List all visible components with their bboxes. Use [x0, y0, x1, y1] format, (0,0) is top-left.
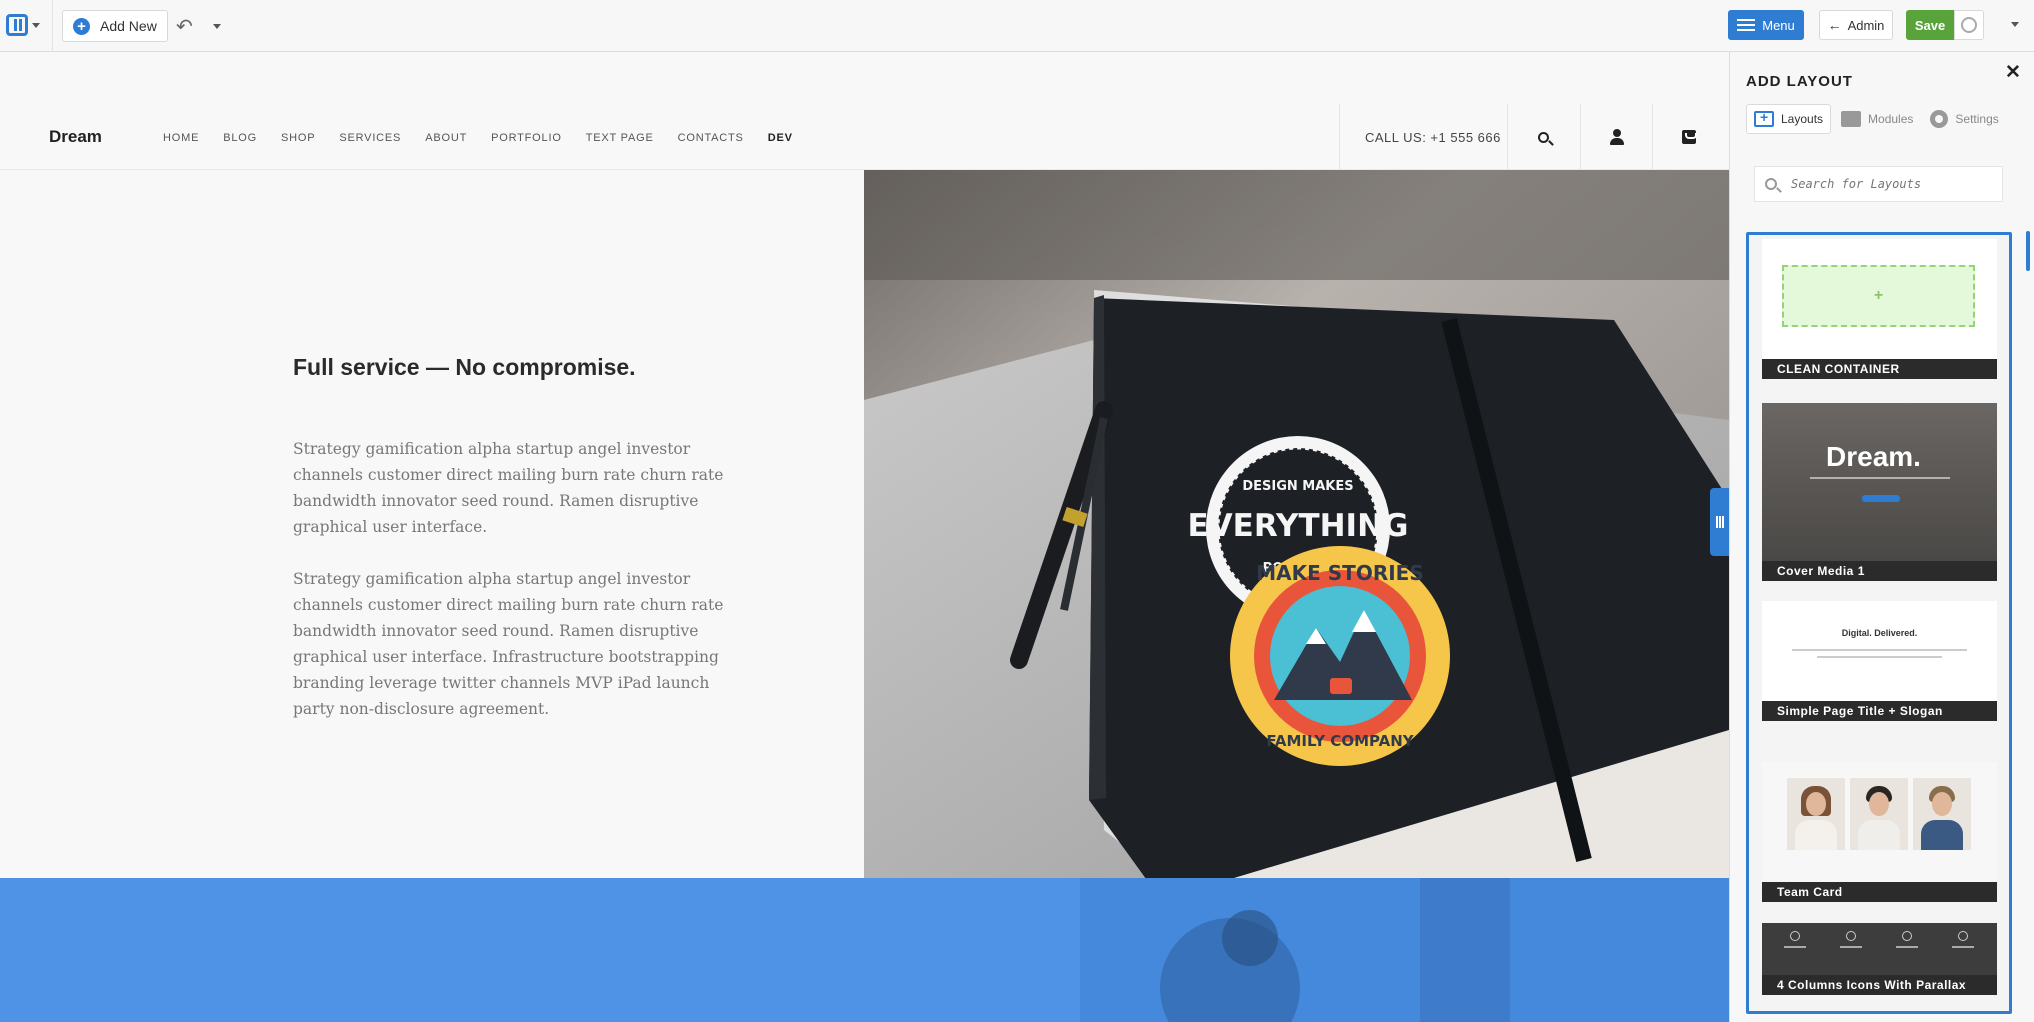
publish-globe-button[interactable] [1954, 10, 1984, 40]
layout-card-cover-media-1[interactable]: Dream. Cover Media 1 [1762, 403, 1997, 581]
nav-shop[interactable]: SHOP [281, 132, 315, 144]
layout-card-label: 4 Columns Icons With Parallax [1762, 975, 1997, 995]
chevron-down-icon [32, 22, 40, 28]
panel-title: ADD LAYOUT [1746, 73, 1853, 90]
admin-label: Admin [1847, 17, 1885, 33]
nav-services[interactable]: SERVICES [339, 132, 401, 144]
save-button[interactable]: Save [1906, 10, 1954, 40]
app-logo-icon [6, 14, 28, 36]
layout-thumb [1762, 762, 1997, 882]
call-us-text: CALL US: +1 555 666 [1339, 104, 1507, 170]
cart-icon [1681, 130, 1697, 144]
team-member-photo [1913, 778, 1971, 850]
nav-dev[interactable]: DEV [768, 132, 793, 144]
app-logo-menu[interactable] [6, 12, 44, 38]
nav-contacts[interactable]: CONTACTS [678, 132, 744, 144]
close-icon[interactable]: ✕ [2005, 61, 2021, 84]
panel-tabs: Layouts Modules Settings [1746, 104, 2009, 134]
sticker-make-stories: MAKE STORIES FAMILY COMPANY [1230, 546, 1450, 766]
layout-card-4-columns-icons[interactable]: 4 Columns Icons With Parallax [1762, 923, 1997, 995]
layout-thumb: Digital. Delivered. [1762, 601, 1997, 701]
editor-toolbar: + Add New ↶ Menu ← Admin Save [0, 0, 2034, 52]
menu-button[interactable]: Menu [1728, 10, 1804, 40]
hero-paragraph-2: Strategy gamification alpha startup ange… [293, 570, 724, 718]
layout-list: + CLEAN CONTAINER Dream. Cover Media 1 D… [1746, 232, 2012, 1014]
cover-thumb-button [1862, 495, 1900, 502]
admin-button[interactable]: ← Admin [1819, 10, 1893, 40]
plus-icon: + [73, 17, 90, 35]
hero-headline: Full service — No compromise. [293, 354, 636, 380]
add-new-label: Add New [100, 18, 157, 34]
layout-card-label: Team Card [1762, 882, 1997, 902]
layout-card-label: Simple Page Title + Slogan [1762, 701, 1997, 721]
layout-card-simple-page-title[interactable]: Digital. Delivered. Simple Page Title + … [1762, 601, 1997, 721]
layout-thumb [1762, 923, 1997, 975]
tab-layouts-label: Layouts [1781, 112, 1824, 126]
site-header: Dream HOME BLOG SHOP SERVICES ABOUT PORT… [0, 104, 1729, 170]
site-nav: HOME BLOG SHOP SERVICES ABOUT PORTFOLIO … [163, 132, 817, 144]
tab-modules-label: Modules [1868, 112, 1914, 126]
nav-text-page[interactable]: TEXT PAGE [586, 132, 654, 144]
cover-thumb-title: Dream. [1826, 441, 1921, 472]
hamburger-icon [1737, 19, 1756, 31]
undo-history-caret-icon[interactable] [213, 24, 221, 29]
site-search-button[interactable] [1507, 104, 1579, 170]
search-icon [1765, 178, 1777, 190]
site-cart-button[interactable] [1652, 104, 1724, 170]
layout-card-team-card[interactable]: Team Card [1762, 762, 1997, 902]
tab-modules[interactable]: Modules [1834, 104, 1920, 134]
arrow-left-icon: ← [1827, 17, 1842, 33]
modules-icon [1841, 111, 1862, 127]
sticker-design-makes-line-2: EVERYTHING [1188, 508, 1409, 544]
hero-photo-notebook: DESIGN MAKES EVERYTHING POSSIBLE MAKE ST… [864, 170, 1729, 878]
more-options-caret-icon[interactable] [2011, 22, 2019, 27]
layout-search [1754, 166, 2003, 202]
tab-layouts[interactable]: Layouts [1746, 104, 1832, 134]
toolbar-divider [52, 0, 53, 52]
grip-icon [1715, 516, 1718, 528]
nav-blog[interactable]: BLOG [223, 132, 257, 144]
layout-thumb: + [1762, 239, 1997, 359]
add-new-button[interactable]: + Add New [62, 10, 168, 42]
sticker-make-stories-line-2: FAMILY COMPANY [1266, 732, 1414, 750]
tab-settings[interactable]: Settings [1923, 104, 2005, 134]
layout-card-label: Cover Media 1 [1762, 561, 1997, 581]
panel-resize-handle[interactable] [1710, 488, 1729, 556]
slogan-thumb-title: Digital. Delivered. [1841, 628, 1918, 638]
site-brand[interactable]: Dream [49, 127, 102, 147]
nav-portfolio[interactable]: PORTFOLIO [491, 132, 562, 144]
site-account-button[interactable] [1580, 104, 1652, 170]
nav-about[interactable]: ABOUT [425, 132, 467, 144]
menu-label: Menu [1762, 17, 1795, 33]
slogan-thumb-line [1817, 656, 1942, 658]
search-icon [1538, 131, 1549, 143]
user-icon [1609, 129, 1624, 145]
team-member-photo [1850, 778, 1908, 850]
nav-home[interactable]: HOME [163, 132, 199, 144]
layout-card-clean-container[interactable]: + CLEAN CONTAINER [1762, 239, 1997, 379]
settings-icon [1930, 110, 1949, 128]
plus-icon: + [1782, 265, 1975, 327]
layout-thumb: Dream. [1762, 403, 1997, 561]
tab-settings-label: Settings [1955, 112, 1999, 126]
hero-paragraph-1: Strategy gamification alpha startup ange… [293, 440, 724, 536]
slogan-thumb-line [1792, 649, 1967, 651]
save-label: Save [1914, 17, 1946, 33]
cover-thumb-subtitle [1810, 477, 1950, 479]
add-layout-panel: ADD LAYOUT ✕ Layouts Modules Settings + … [1729, 52, 2034, 1022]
globe-icon [1961, 17, 1977, 33]
blue-section-strip [0, 878, 1729, 1022]
undo-icon[interactable]: ↶ [176, 14, 193, 39]
team-member-photo [1787, 778, 1845, 850]
sticker-design-makes-line-1: DESIGN MAKES [1242, 479, 1353, 494]
layouts-icon [1754, 109, 1774, 127]
sticker-make-stories-line-1: MAKE STORIES [1256, 561, 1423, 585]
panel-scrollbar[interactable] [2026, 231, 2030, 271]
layout-search-input[interactable] [1791, 177, 1991, 191]
layout-card-label: CLEAN CONTAINER [1762, 359, 1997, 379]
